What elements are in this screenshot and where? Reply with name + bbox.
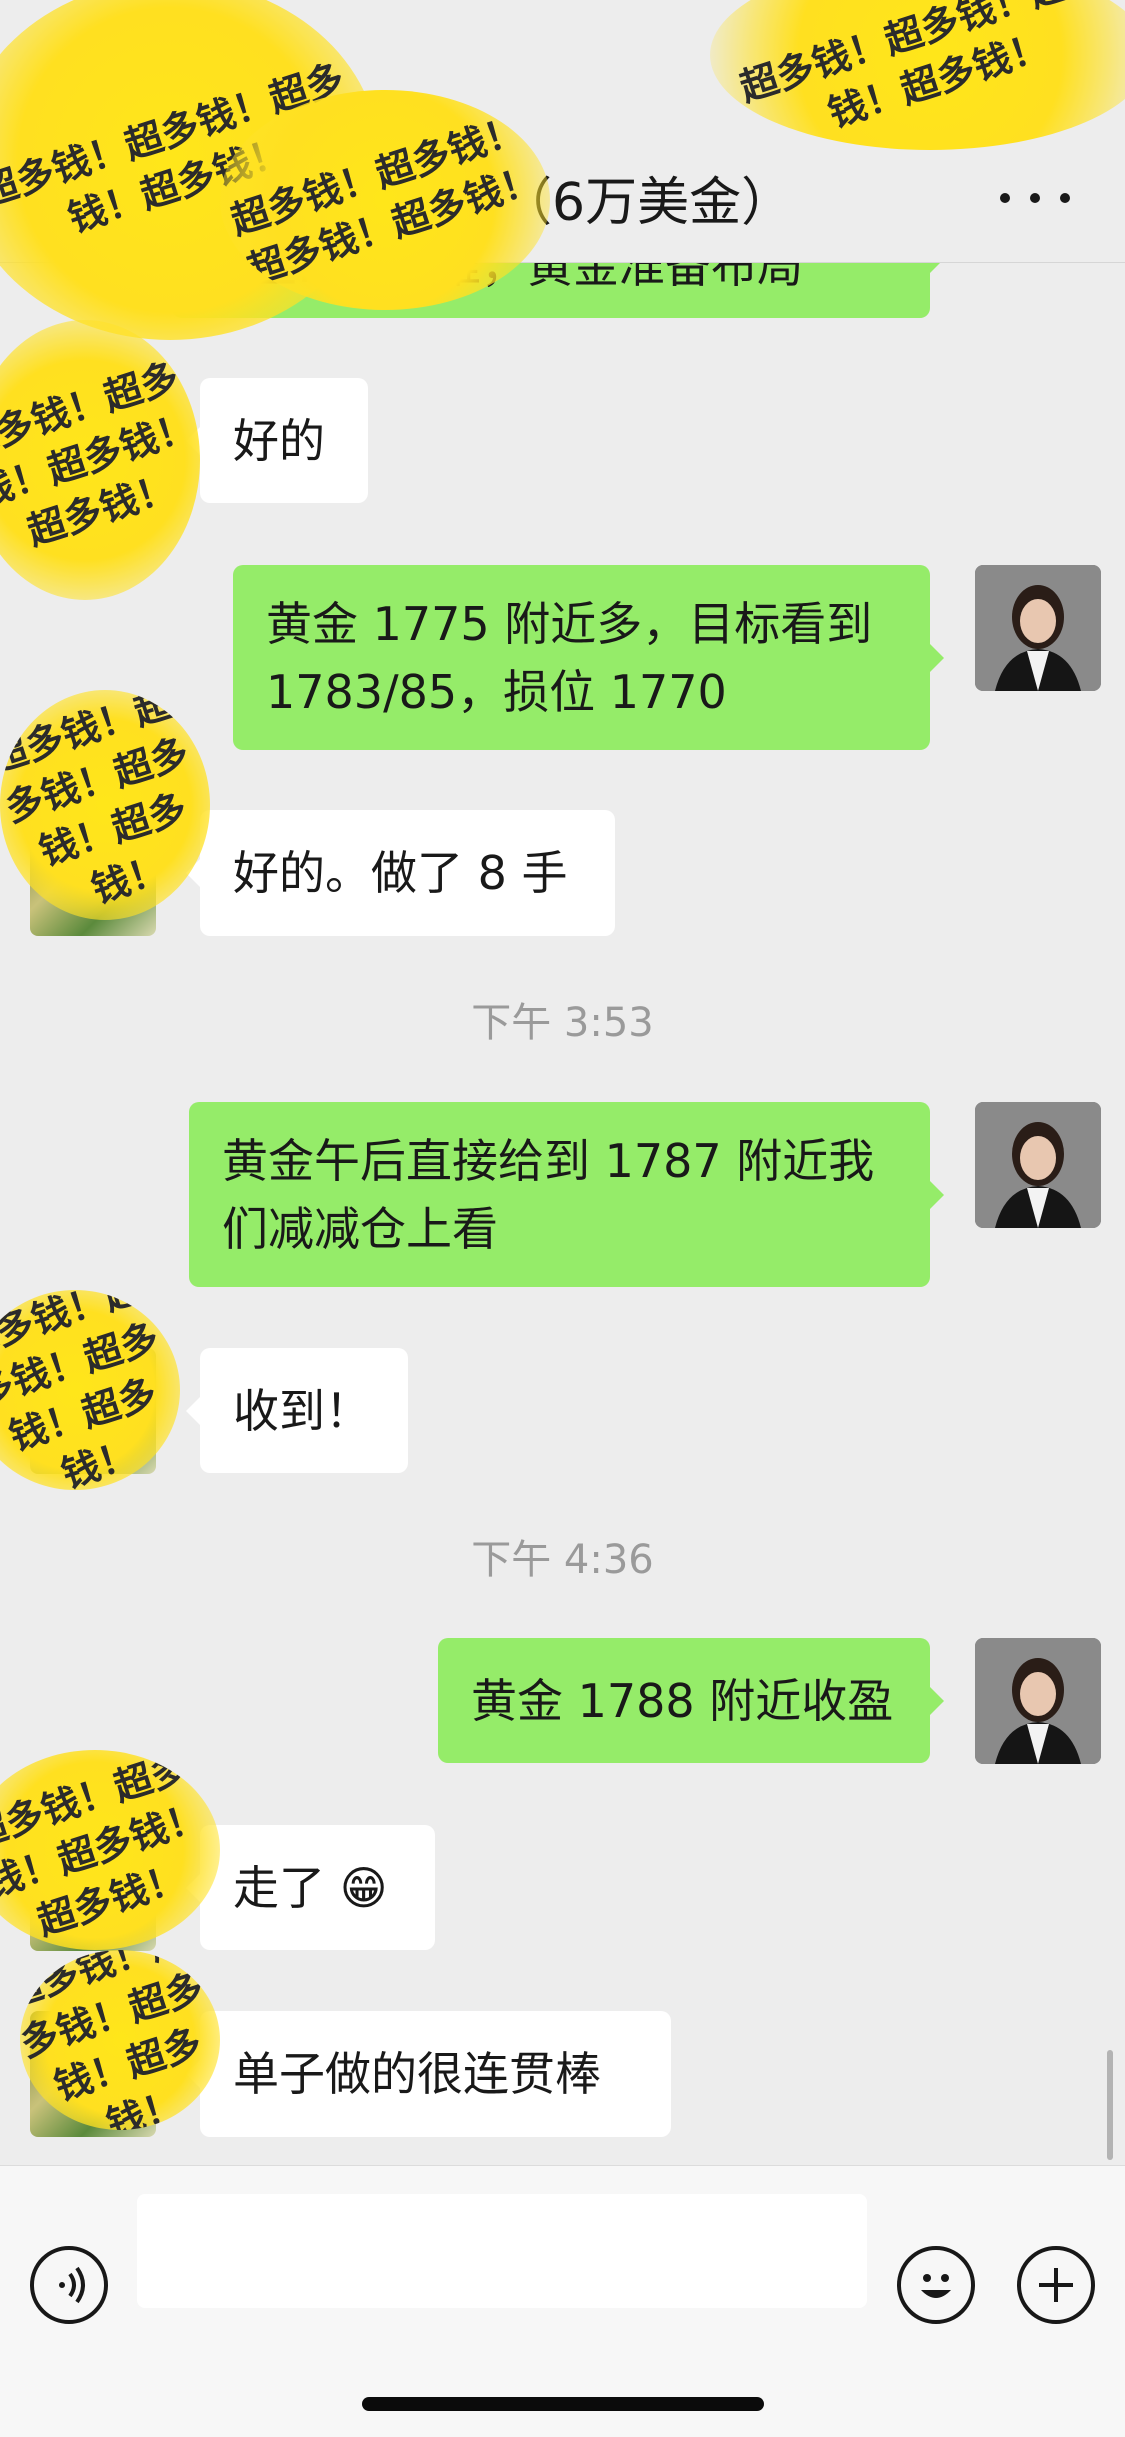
plus-icon[interactable] <box>1017 2246 1095 2324</box>
message-text: 黄金 1788 附近收盈 <box>471 1673 894 1728</box>
plus-glyph <box>1039 2268 1073 2302</box>
message-text: 收到！ <box>233 1383 371 1438</box>
my-avatar[interactable] <box>975 1102 1101 1228</box>
message-text: 黄金 1775 附近多，目标看到 1783/85，损位 1770 <box>266 596 873 719</box>
voice-glyph <box>59 2266 85 2304</box>
my-avatar[interactable] <box>975 1638 1101 1764</box>
scrollbar[interactable] <box>1107 2050 1113 2160</box>
message-input[interactable] <box>137 2194 867 2308</box>
emoji-glyph <box>921 2274 951 2298</box>
privacy-sticker: 超多钱！超多钱！超多钱！超多钱！ <box>20 1950 220 2130</box>
message-bubble-outgoing[interactable]: 黄金午后直接给到 1787 附近我们减减仓上看 <box>189 1102 944 1287</box>
message-bubble-incoming[interactable]: 收到！ <box>186 1348 408 1473</box>
message-text: 走了 😁 <box>233 1860 388 1915</box>
privacy-sticker: 超多钱！超多钱！超多钱！超多钱！ <box>220 90 550 310</box>
message-bubble-incoming[interactable]: 走了 😁 <box>186 1825 435 1950</box>
message-bubble-incoming[interactable]: 好的。做了 8 手 <box>186 810 615 936</box>
privacy-sticker: 超多钱！超多钱！超多钱！超多钱！ <box>0 1290 180 1490</box>
message-text: 好的。做了 8 手 <box>233 846 568 900</box>
message-bubble-incoming[interactable]: 单子做的很连贯棒 <box>186 2011 671 2137</box>
timestamp: 下午 4:36 <box>471 1537 654 1583</box>
message-text: 好的 <box>233 413 325 468</box>
portrait-icon <box>975 1102 1101 1228</box>
voice-icon[interactable] <box>30 2246 108 2324</box>
emoji-icon[interactable] <box>897 2246 975 2324</box>
portrait-icon <box>975 565 1101 691</box>
privacy-sticker: 超多钱！超多钱！超多钱！超多钱！ <box>0 690 210 920</box>
my-avatar[interactable] <box>975 565 1101 691</box>
message-bubble-outgoing[interactable]: 黄金 1775 附近多，目标看到 1783/85，损位 1770 <box>233 565 944 750</box>
message-bubble-outgoing[interactable]: 黄金 1788 附近收盈 <box>438 1638 944 1763</box>
portrait-icon <box>975 1638 1101 1764</box>
message-text: 黄金午后直接给到 1787 附近我们减减仓上看 <box>222 1133 875 1256</box>
privacy-sticker: 超多钱！超多钱！超多钱！超多钱！ <box>710 0 1125 150</box>
message-text: 单子做的很连贯棒 <box>233 2047 601 2101</box>
home-indicator[interactable] <box>362 2397 764 2411</box>
timestamp: 下午 3:53 <box>471 1000 654 1046</box>
message-bubble-incoming[interactable]: 好的 <box>186 378 368 503</box>
more-dots-icon[interactable] <box>1000 168 1070 228</box>
